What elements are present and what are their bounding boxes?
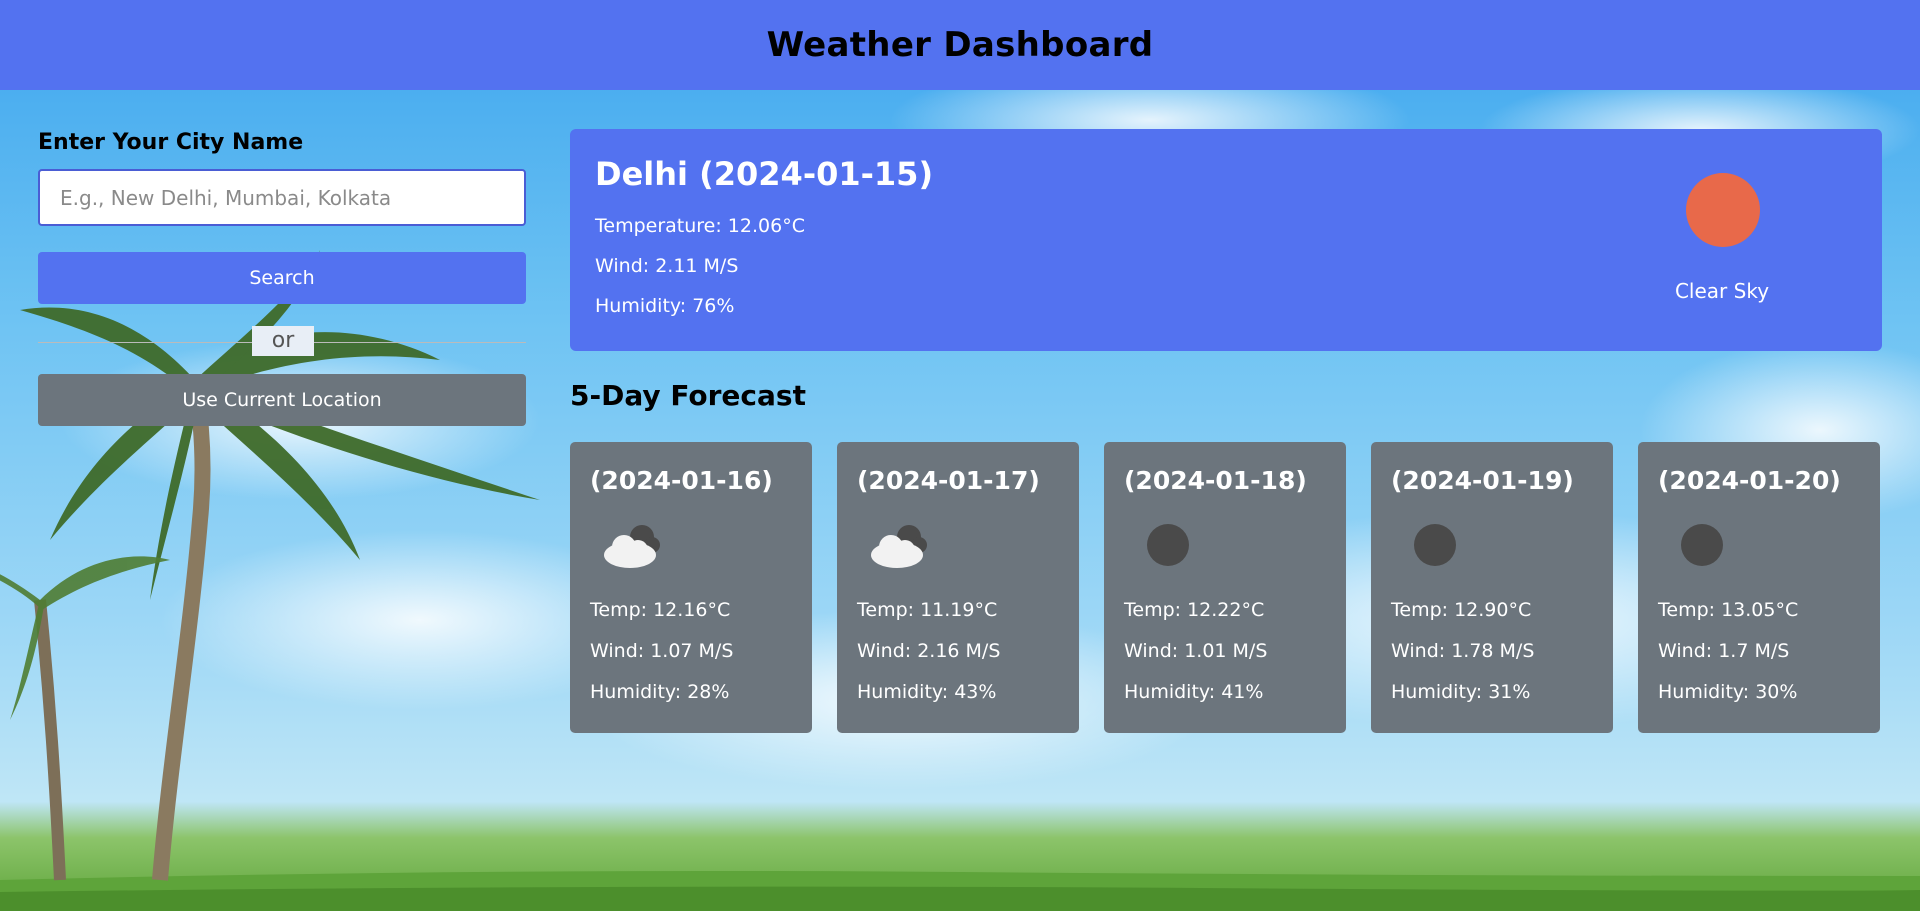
current-city-title: Delhi (2024-01-15) bbox=[595, 155, 934, 193]
search-panel: Enter Your City Name Search or Use Curre… bbox=[38, 130, 526, 426]
sun-icon bbox=[1686, 173, 1760, 247]
forecast-wind: Wind: 1.01 M/S bbox=[1124, 640, 1268, 662]
forecast-card: (2024-01-18) Temp: 12.22°C Wind: 1.01 M/… bbox=[1104, 442, 1346, 733]
clear-icon bbox=[1658, 515, 1738, 585]
forecast-humidity: Humidity: 30% bbox=[1658, 681, 1798, 703]
cloud-icon bbox=[857, 515, 937, 585]
forecast-date: (2024-01-19) bbox=[1391, 466, 1574, 495]
forecast-title: 5-Day Forecast bbox=[570, 379, 806, 412]
forecast-humidity: Humidity: 43% bbox=[857, 681, 997, 703]
forecast-card: (2024-01-20) Temp: 13.05°C Wind: 1.7 M/S… bbox=[1638, 442, 1880, 733]
or-label: or bbox=[252, 326, 314, 356]
forecast-humidity: Humidity: 28% bbox=[590, 681, 730, 703]
city-input-label: Enter Your City Name bbox=[38, 130, 304, 155]
forecast-temp: Temp: 11.19°C bbox=[857, 599, 998, 621]
forecast-temp: Temp: 12.22°C bbox=[1124, 599, 1265, 621]
forecast-wind: Wind: 1.78 M/S bbox=[1391, 640, 1535, 662]
current-wind: Wind: 2.11 M/S bbox=[595, 255, 739, 277]
forecast-date: (2024-01-17) bbox=[857, 466, 1040, 495]
forecast-date: (2024-01-16) bbox=[590, 466, 773, 495]
forecast-humidity: Humidity: 31% bbox=[1391, 681, 1531, 703]
forecast-temp: Temp: 12.16°C bbox=[590, 599, 731, 621]
use-current-location-button[interactable]: Use Current Location bbox=[38, 374, 526, 426]
forecast-wind: Wind: 2.16 M/S bbox=[857, 640, 1001, 662]
forecast-temp: Temp: 12.90°C bbox=[1391, 599, 1532, 621]
cloud-icon bbox=[590, 515, 670, 585]
forecast-card: (2024-01-19) Temp: 12.90°C Wind: 1.78 M/… bbox=[1371, 442, 1613, 733]
forecast-humidity: Humidity: 41% bbox=[1124, 681, 1264, 703]
weather-description: Clear Sky bbox=[1674, 279, 1770, 303]
page-title: Weather Dashboard bbox=[766, 25, 1154, 65]
forecast-wind: Wind: 1.07 M/S bbox=[590, 640, 734, 662]
city-search-input[interactable] bbox=[38, 169, 526, 226]
forecast-temp: Temp: 13.05°C bbox=[1658, 599, 1799, 621]
forecast-date: (2024-01-20) bbox=[1658, 466, 1841, 495]
clear-icon bbox=[1391, 515, 1471, 585]
clear-icon bbox=[1124, 515, 1204, 585]
search-button[interactable]: Search bbox=[38, 252, 526, 304]
current-temperature: Temperature: 12.06°C bbox=[595, 215, 805, 237]
app-header: Weather Dashboard bbox=[0, 0, 1920, 90]
forecast-card: (2024-01-16) Temp: 12.16°C Wind: 1.07 M/… bbox=[570, 442, 812, 733]
forecast-cards: (2024-01-16) Temp: 12.16°C Wind: 1.07 M/… bbox=[570, 442, 1882, 733]
current-weather-card: Delhi (2024-01-15) Temperature: 12.06°C … bbox=[570, 129, 1882, 351]
forecast-date: (2024-01-18) bbox=[1124, 466, 1307, 495]
or-separator: or bbox=[38, 312, 526, 358]
forecast-card: (2024-01-17) Temp: 11.19°C Wind: 2.16 M/… bbox=[837, 442, 1079, 733]
forecast-wind: Wind: 1.7 M/S bbox=[1658, 640, 1790, 662]
